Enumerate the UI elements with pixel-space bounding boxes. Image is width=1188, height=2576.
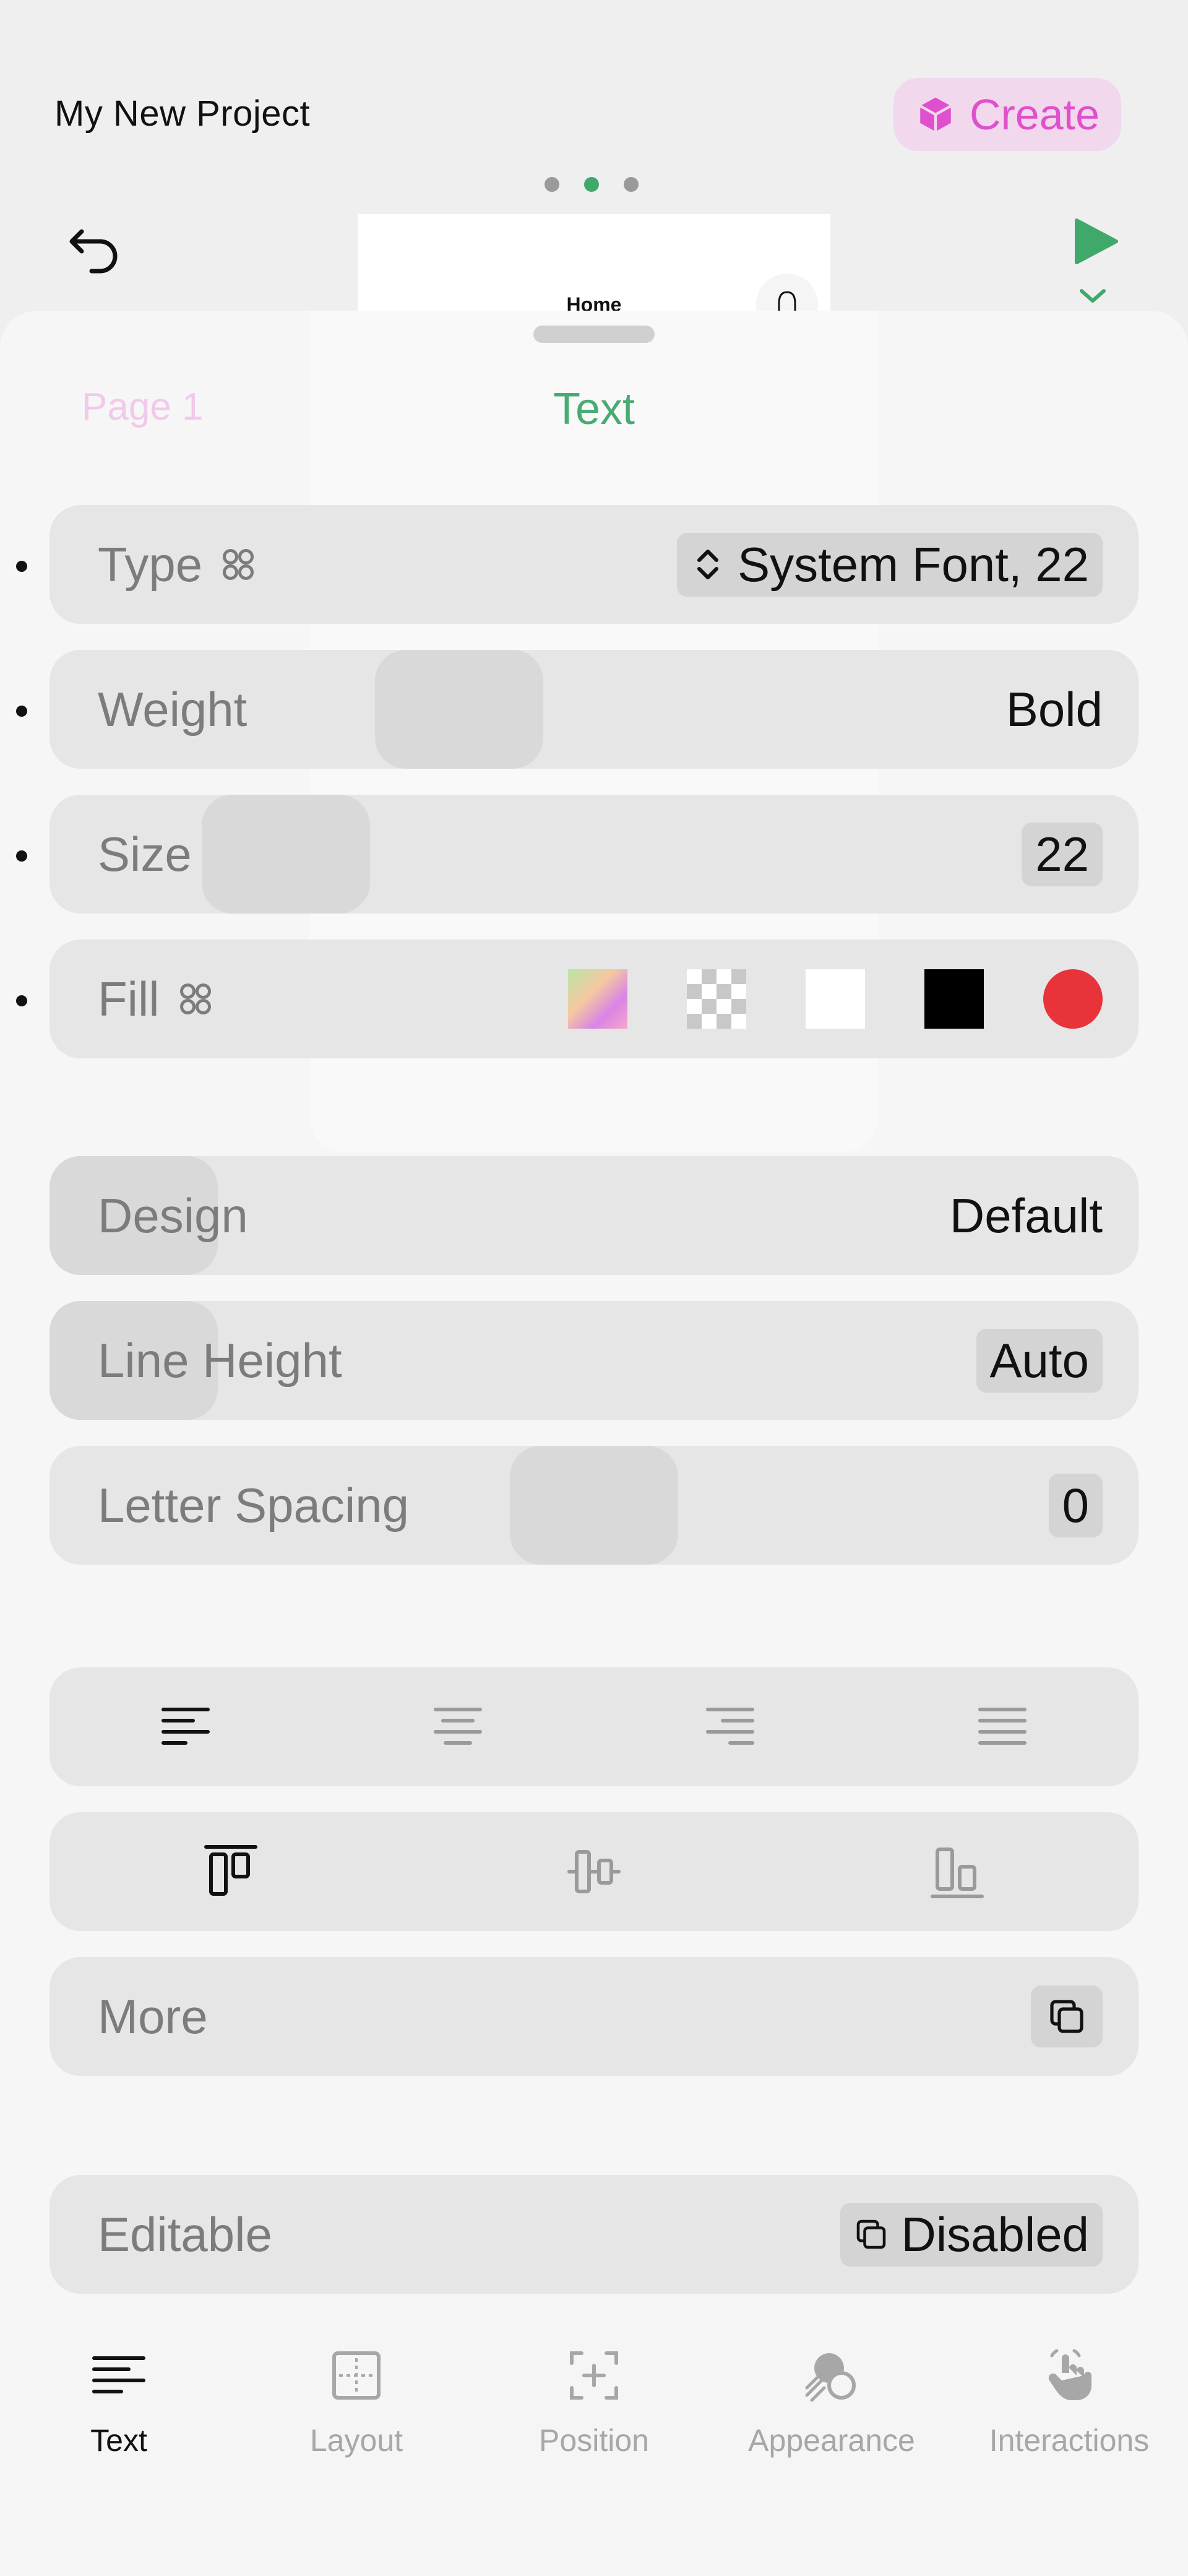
fill-label-wrap: Fill bbox=[98, 971, 214, 1027]
layout-icon bbox=[332, 2351, 381, 2400]
letter-spacing-label: Letter Spacing bbox=[98, 1477, 410, 1532]
swatch-image[interactable] bbox=[568, 969, 627, 1029]
tab-text[interactable]: Text bbox=[0, 384, 1188, 434]
variables-icon[interactable] bbox=[177, 980, 214, 1018]
design-label: Design bbox=[98, 1188, 248, 1243]
position-icon bbox=[570, 2351, 618, 2400]
letter-spacing-scrub-knob[interactable] bbox=[510, 1446, 678, 1565]
letter-spacing-value[interactable]: 0 bbox=[1048, 1473, 1103, 1537]
editable-value: Disabled bbox=[901, 2206, 1089, 2262]
tab-bar-item-text[interactable]: Text bbox=[0, 2346, 238, 2458]
inspector-sheet: Page 1 Text Type System Font, 22 Weight … bbox=[0, 311, 1188, 2576]
line-height-label: Line Height bbox=[98, 1333, 342, 1388]
font-value: System Font, 22 bbox=[738, 537, 1089, 592]
size-row[interactable]: Size 22 bbox=[50, 795, 1138, 914]
type-label: Type bbox=[98, 537, 203, 592]
page-dot[interactable] bbox=[544, 177, 559, 192]
text-lines-icon bbox=[92, 2356, 145, 2393]
copy-icon bbox=[1050, 2000, 1083, 2033]
swatch-white[interactable] bbox=[806, 969, 865, 1029]
font-picker[interactable]: System Font, 22 bbox=[677, 532, 1103, 597]
tab-bar-label: Text bbox=[90, 2423, 147, 2458]
list-bullet bbox=[16, 706, 27, 717]
fill-label: Fill bbox=[98, 971, 160, 1026]
list-bullet bbox=[16, 995, 27, 1006]
page-dot-active[interactable] bbox=[584, 177, 599, 192]
swatch-black[interactable] bbox=[924, 969, 984, 1029]
tab-bar-item-layout[interactable]: Layout bbox=[238, 2346, 475, 2458]
letter-spacing-row[interactable]: Letter Spacing 0 bbox=[50, 1446, 1138, 1565]
project-title[interactable]: My New Project bbox=[54, 93, 310, 134]
create-button-label: Create bbox=[969, 90, 1100, 139]
more-label: More bbox=[98, 1989, 208, 2044]
tab-bar-label: Layout bbox=[309, 2423, 403, 2458]
page-dot[interactable] bbox=[624, 177, 639, 192]
tab-bar-item-interactions[interactable]: Interactions bbox=[950, 2346, 1188, 2458]
variables-icon[interactable] bbox=[220, 546, 257, 583]
line-height-row[interactable]: Line Height Auto bbox=[50, 1301, 1138, 1420]
editable-label: Editable bbox=[98, 2206, 272, 2262]
design-value[interactable]: Default bbox=[950, 1188, 1103, 1244]
more-row[interactable]: More bbox=[50, 1957, 1138, 2076]
swatch-clear[interactable] bbox=[687, 969, 746, 1029]
fill-swatches bbox=[568, 969, 1103, 1029]
list-bullet bbox=[16, 850, 27, 862]
tab-bar-label: Position bbox=[539, 2423, 649, 2458]
editable-toggle[interactable]: Disabled bbox=[840, 2202, 1103, 2267]
align-top-icon[interactable] bbox=[201, 1842, 260, 1901]
size-scrub-knob[interactable] bbox=[202, 795, 370, 914]
canvas-preview[interactable]: Home bbox=[358, 214, 830, 335]
tab-bar-item-appearance[interactable]: Appearance bbox=[713, 2346, 950, 2458]
align-middle-icon[interactable] bbox=[564, 1842, 624, 1901]
type-row[interactable]: Type System Font, 22 bbox=[50, 505, 1138, 624]
more-copy-button[interactable] bbox=[1031, 1986, 1103, 2047]
sheet-grabber[interactable] bbox=[533, 326, 655, 343]
align-justify-icon[interactable] bbox=[973, 1697, 1032, 1757]
tap-hand-icon bbox=[1048, 2349, 1091, 2400]
tab-bar-label: Interactions bbox=[989, 2423, 1150, 2458]
editable-row[interactable]: Editable Disabled bbox=[50, 2175, 1138, 2294]
text-alignment-row bbox=[50, 1667, 1138, 1786]
cube-icon bbox=[919, 97, 952, 132]
chevron-up-down-icon bbox=[697, 549, 719, 580]
tab-bar-item-position[interactable]: Position bbox=[475, 2346, 713, 2458]
copy-icon bbox=[857, 2219, 886, 2249]
chevron-down-icon[interactable] bbox=[1074, 283, 1111, 308]
undo-icon[interactable] bbox=[64, 213, 126, 275]
tab-bar-label: Appearance bbox=[748, 2423, 915, 2458]
swatch-red[interactable] bbox=[1043, 969, 1103, 1029]
weight-value[interactable]: Bold bbox=[1006, 681, 1103, 738]
create-button[interactable]: Create bbox=[893, 78, 1121, 151]
play-icon[interactable] bbox=[1063, 213, 1125, 275]
line-height-value[interactable]: Auto bbox=[976, 1328, 1103, 1393]
weight-scrub-knob[interactable] bbox=[375, 650, 543, 769]
weight-label: Weight bbox=[98, 681, 248, 737]
list-bullet bbox=[16, 561, 27, 572]
align-left-icon[interactable] bbox=[156, 1697, 215, 1757]
page-indicator[interactable] bbox=[544, 177, 639, 192]
type-label-wrap: Type bbox=[98, 537, 257, 593]
size-label: Size bbox=[98, 826, 192, 881]
fill-row[interactable]: Fill bbox=[50, 940, 1138, 1058]
weight-row[interactable]: Weight Bold bbox=[50, 650, 1138, 769]
align-right-icon[interactable] bbox=[700, 1697, 760, 1757]
vertical-alignment-row bbox=[50, 1812, 1138, 1931]
bottom-tab-bar: Text Layout Position Appearance Interact… bbox=[0, 2325, 1188, 2576]
align-bottom-icon[interactable] bbox=[928, 1842, 987, 1901]
align-center-icon[interactable] bbox=[428, 1697, 488, 1757]
size-value[interactable]: 22 bbox=[1022, 822, 1103, 886]
appearance-icon bbox=[805, 2353, 856, 2402]
design-row[interactable]: Design Default bbox=[50, 1156, 1138, 1275]
